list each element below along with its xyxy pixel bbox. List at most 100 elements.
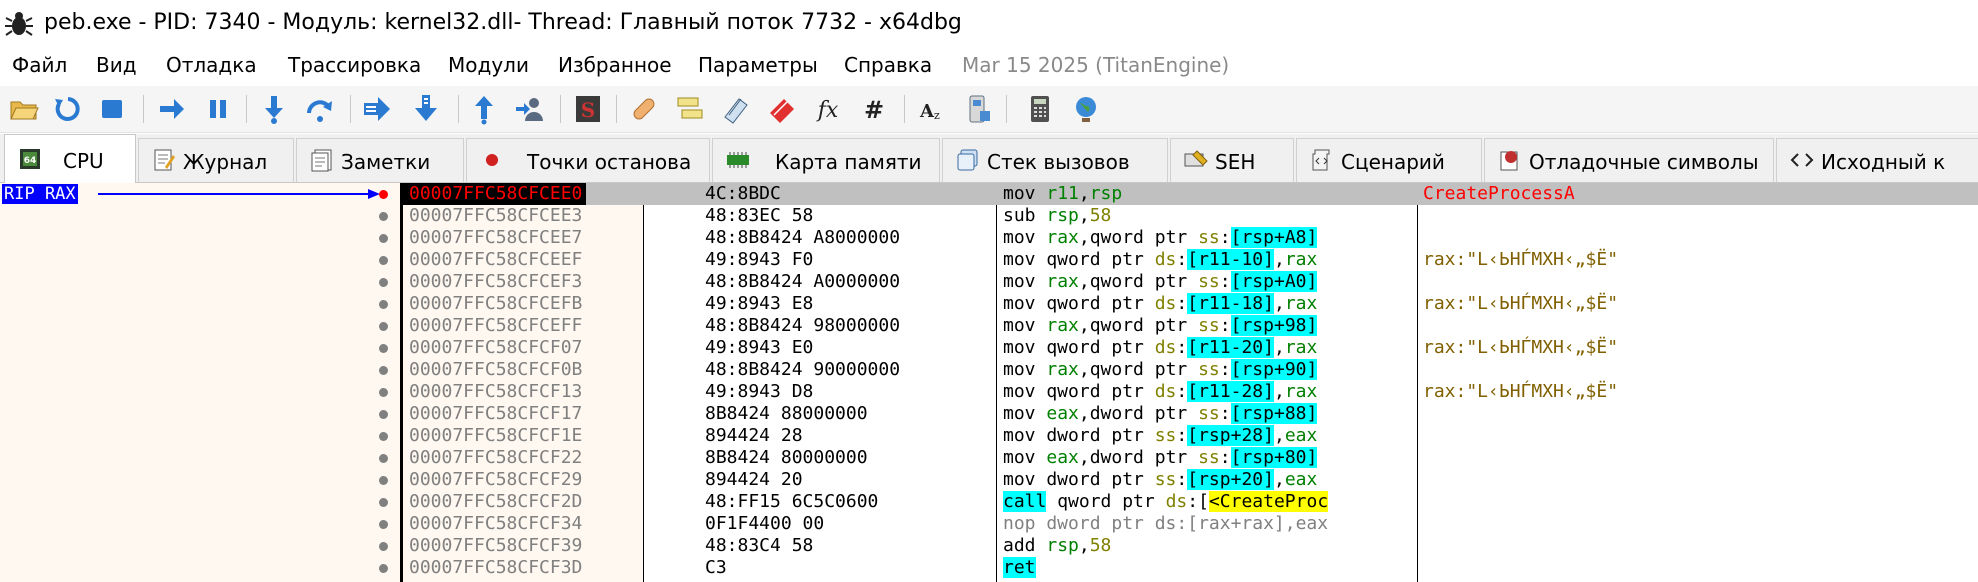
breakpoint-marker-icon[interactable] xyxy=(379,256,388,265)
strings-icon[interactable]: Az xyxy=(916,93,948,125)
breakpoint-marker-icon[interactable] xyxy=(379,498,388,507)
patch-icon[interactable] xyxy=(628,93,660,125)
menu-favourites[interactable]: Избранное xyxy=(558,52,672,78)
breakpoint-marker-icon[interactable] xyxy=(379,454,388,463)
breakpoint-marker-icon[interactable] xyxy=(379,542,388,551)
disasm-row[interactable]: 00007FFC58CFCF34 0F1F4400 00 nop dword ptr… xyxy=(403,513,1978,535)
instr-token: [ xyxy=(1187,249,1199,270)
instr-token: rsp+88 xyxy=(1241,403,1307,424)
breakpoint-marker-icon[interactable] xyxy=(379,564,388,573)
tab-memory-map[interactable]: Карта памяти xyxy=(712,138,940,182)
instruction-address: 00007FFC58CFCEE3 xyxy=(409,205,583,226)
calculator-icon[interactable] xyxy=(1024,93,1056,125)
instr-token: rsp+90 xyxy=(1241,359,1307,380)
stop-icon[interactable] xyxy=(96,93,128,125)
instr-token: rax xyxy=(1284,337,1318,358)
restart-icon[interactable] xyxy=(52,93,84,125)
disasm-row[interactable]: 00007FFC58CFCF22 8B8424 80000000 mov eax,d… xyxy=(403,447,1978,469)
hash-icon[interactable]: # xyxy=(858,93,890,125)
instr-token: ds xyxy=(1154,249,1177,270)
disasm-row[interactable]: 00007FFC58CFCF07 49:8943 E0 mov qword ptr … xyxy=(403,337,1978,359)
tab-call-stack[interactable]: Стек вызовов xyxy=(942,138,1168,182)
breakpoint-marker-icon[interactable] xyxy=(379,344,388,353)
disasm-row[interactable]: 00007FFC58CFCEE0 4C:8BDC mov r11,rsp Create… xyxy=(403,183,1978,205)
step-over-icon[interactable] xyxy=(304,93,336,125)
tab-source[interactable]: Исходный к xyxy=(1776,138,1978,182)
breakpoint-marker-icon[interactable] xyxy=(379,410,388,419)
run-to-user-code-icon[interactable] xyxy=(514,93,546,125)
trace-over-icon[interactable] xyxy=(410,93,442,125)
breakpoint-marker-icon[interactable] xyxy=(379,234,388,243)
disasm-row[interactable]: 00007FFC58CFCF29 894424 20 mov dword ptr s… xyxy=(403,469,1978,491)
trace-into-icon[interactable] xyxy=(362,93,394,125)
disasm-row[interactable]: 00007FFC58CFCEFB 49:8943 E8 mov qword ptr … xyxy=(403,293,1978,315)
menu-options[interactable]: Параметры xyxy=(698,52,818,78)
disasm-row[interactable]: 00007FFC58CFCF3D C3 ret xyxy=(403,557,1978,579)
breakpoint-marker-icon[interactable] xyxy=(379,366,388,375)
instruction-address: 00007FFC58CFCF07 xyxy=(409,337,583,358)
breakpoint-marker-icon[interactable] xyxy=(379,520,388,529)
tab-script[interactable]: Сценарий xyxy=(1296,138,1482,182)
instruction-text: mov qword ptr ds:[r11-18],rax xyxy=(1003,293,1317,315)
disasm-row[interactable]: 00007FFC58CFCF1E 894424 28 mov dword ptr s… xyxy=(403,425,1978,447)
build-date: Mar 15 2025 (TitanEngine) xyxy=(962,53,1230,77)
menu-file[interactable]: Файл xyxy=(12,52,67,78)
breakpoint-marker-icon[interactable] xyxy=(379,476,388,485)
execute-till-return-icon[interactable] xyxy=(468,93,500,125)
disasm-row[interactable]: 00007FFC58CFCF0B 48:8B8424 90000000 mov ra… xyxy=(403,359,1978,381)
instr-token: mov qword ptr xyxy=(1003,337,1155,358)
tab-breakpoints[interactable]: Точки останова xyxy=(466,138,710,182)
open-icon[interactable] xyxy=(8,93,40,125)
run-icon[interactable] xyxy=(156,93,188,125)
breakpoint-marker-icon[interactable] xyxy=(379,212,388,221)
step-into-icon[interactable] xyxy=(258,93,290,125)
branch-gutter[interactable]: RIP RAX xyxy=(0,183,400,582)
globe-icon[interactable] xyxy=(1070,93,1102,125)
instr-token: : xyxy=(1219,447,1231,468)
disasm-row[interactable]: 00007FFC58CFCF39 48:83C4 58 add rsp,58 xyxy=(403,535,1978,557)
disasm-row[interactable]: 00007FFC58CFCEE3 48:83EC 58 sub rsp,58 xyxy=(403,205,1978,227)
disasm-row[interactable]: 00007FFC58CFCF17 8B8424 88000000 mov eax,d… xyxy=(403,403,1978,425)
tab-log[interactable]: Журнал xyxy=(138,138,294,182)
tab-label: Заметки xyxy=(341,150,431,174)
menu-view[interactable]: Вид xyxy=(96,52,137,78)
menu-trace[interactable]: Трассировка xyxy=(288,52,421,78)
tab-seh[interactable]: SEH xyxy=(1170,138,1294,182)
memory-icon[interactable] xyxy=(962,93,994,125)
scylla-icon[interactable]: S xyxy=(572,93,604,125)
instruction-address: 00007FFC58CFCEEF xyxy=(409,249,583,270)
window-title: peb.exe - PID: 7340 - Модуль: kernel32.d… xyxy=(44,10,962,35)
labels-icon[interactable] xyxy=(720,93,752,125)
disasm-row[interactable]: 00007FFC58CFCF2D 48:FF15 6C5C0600 call qwo… xyxy=(403,491,1978,513)
pause-icon[interactable] xyxy=(202,93,234,125)
instruction-text: mov rax,qword ptr ss:[rsp+A8] xyxy=(1003,227,1318,249)
bookmarks-icon[interactable] xyxy=(766,93,798,125)
instr-token: r11-10 xyxy=(1198,249,1264,270)
breakpoint-marker-icon[interactable] xyxy=(379,300,388,309)
disasm-row[interactable]: 00007FFC58CFCF13 49:8943 D8 mov qword ptr … xyxy=(403,381,1978,403)
breakpoint-marker-icon[interactable] xyxy=(379,388,388,397)
disasm-row[interactable]: 00007FFC58CFCEEF 49:8943 F0 mov qword ptr … xyxy=(403,249,1978,271)
instruction-bytes: 4C:8BDC xyxy=(705,183,781,204)
instr-token: : xyxy=(1219,315,1231,336)
comments-icon[interactable] xyxy=(674,93,706,125)
breakpoint-marker-icon[interactable] xyxy=(379,278,388,287)
disassembly-view[interactable]: RIP RAX 00007FFC58CFCEE0 4C:8BDC mov r11,r… xyxy=(0,183,1978,582)
instruction-text: mov rax,qword ptr ss:[rsp+A0] xyxy=(1003,271,1318,293)
tab-cpu[interactable]: 64 CPU xyxy=(4,134,136,183)
menu-modules[interactable]: Модули xyxy=(448,52,529,78)
instr-token: nop dword ptr ds:[rax+rax],eax xyxy=(1003,513,1329,534)
menu-debug[interactable]: Отладка xyxy=(166,52,257,78)
breakpoint-marker-icon[interactable] xyxy=(379,190,388,199)
menu-help[interactable]: Справка xyxy=(844,52,932,78)
tab-symbols[interactable]: Отладочные символы xyxy=(1484,138,1774,182)
disasm-row[interactable]: 00007FFC58CFCEE7 48:8B8424 A8000000 mov ra… xyxy=(403,227,1978,249)
instr-token: mov qword ptr xyxy=(1003,249,1155,270)
instr-token: rsp xyxy=(1046,535,1079,556)
disasm-row[interactable]: 00007FFC58CFCEFF 48:8B8424 98000000 mov ra… xyxy=(403,315,1978,337)
disasm-row[interactable]: 00007FFC58CFCEF3 48:8B8424 A0000000 mov ra… xyxy=(403,271,1978,293)
tab-notes[interactable]: Заметки xyxy=(296,138,464,182)
breakpoint-marker-icon[interactable] xyxy=(379,432,388,441)
functions-icon[interactable]: fx xyxy=(812,93,844,125)
breakpoint-marker-icon[interactable] xyxy=(379,322,388,331)
